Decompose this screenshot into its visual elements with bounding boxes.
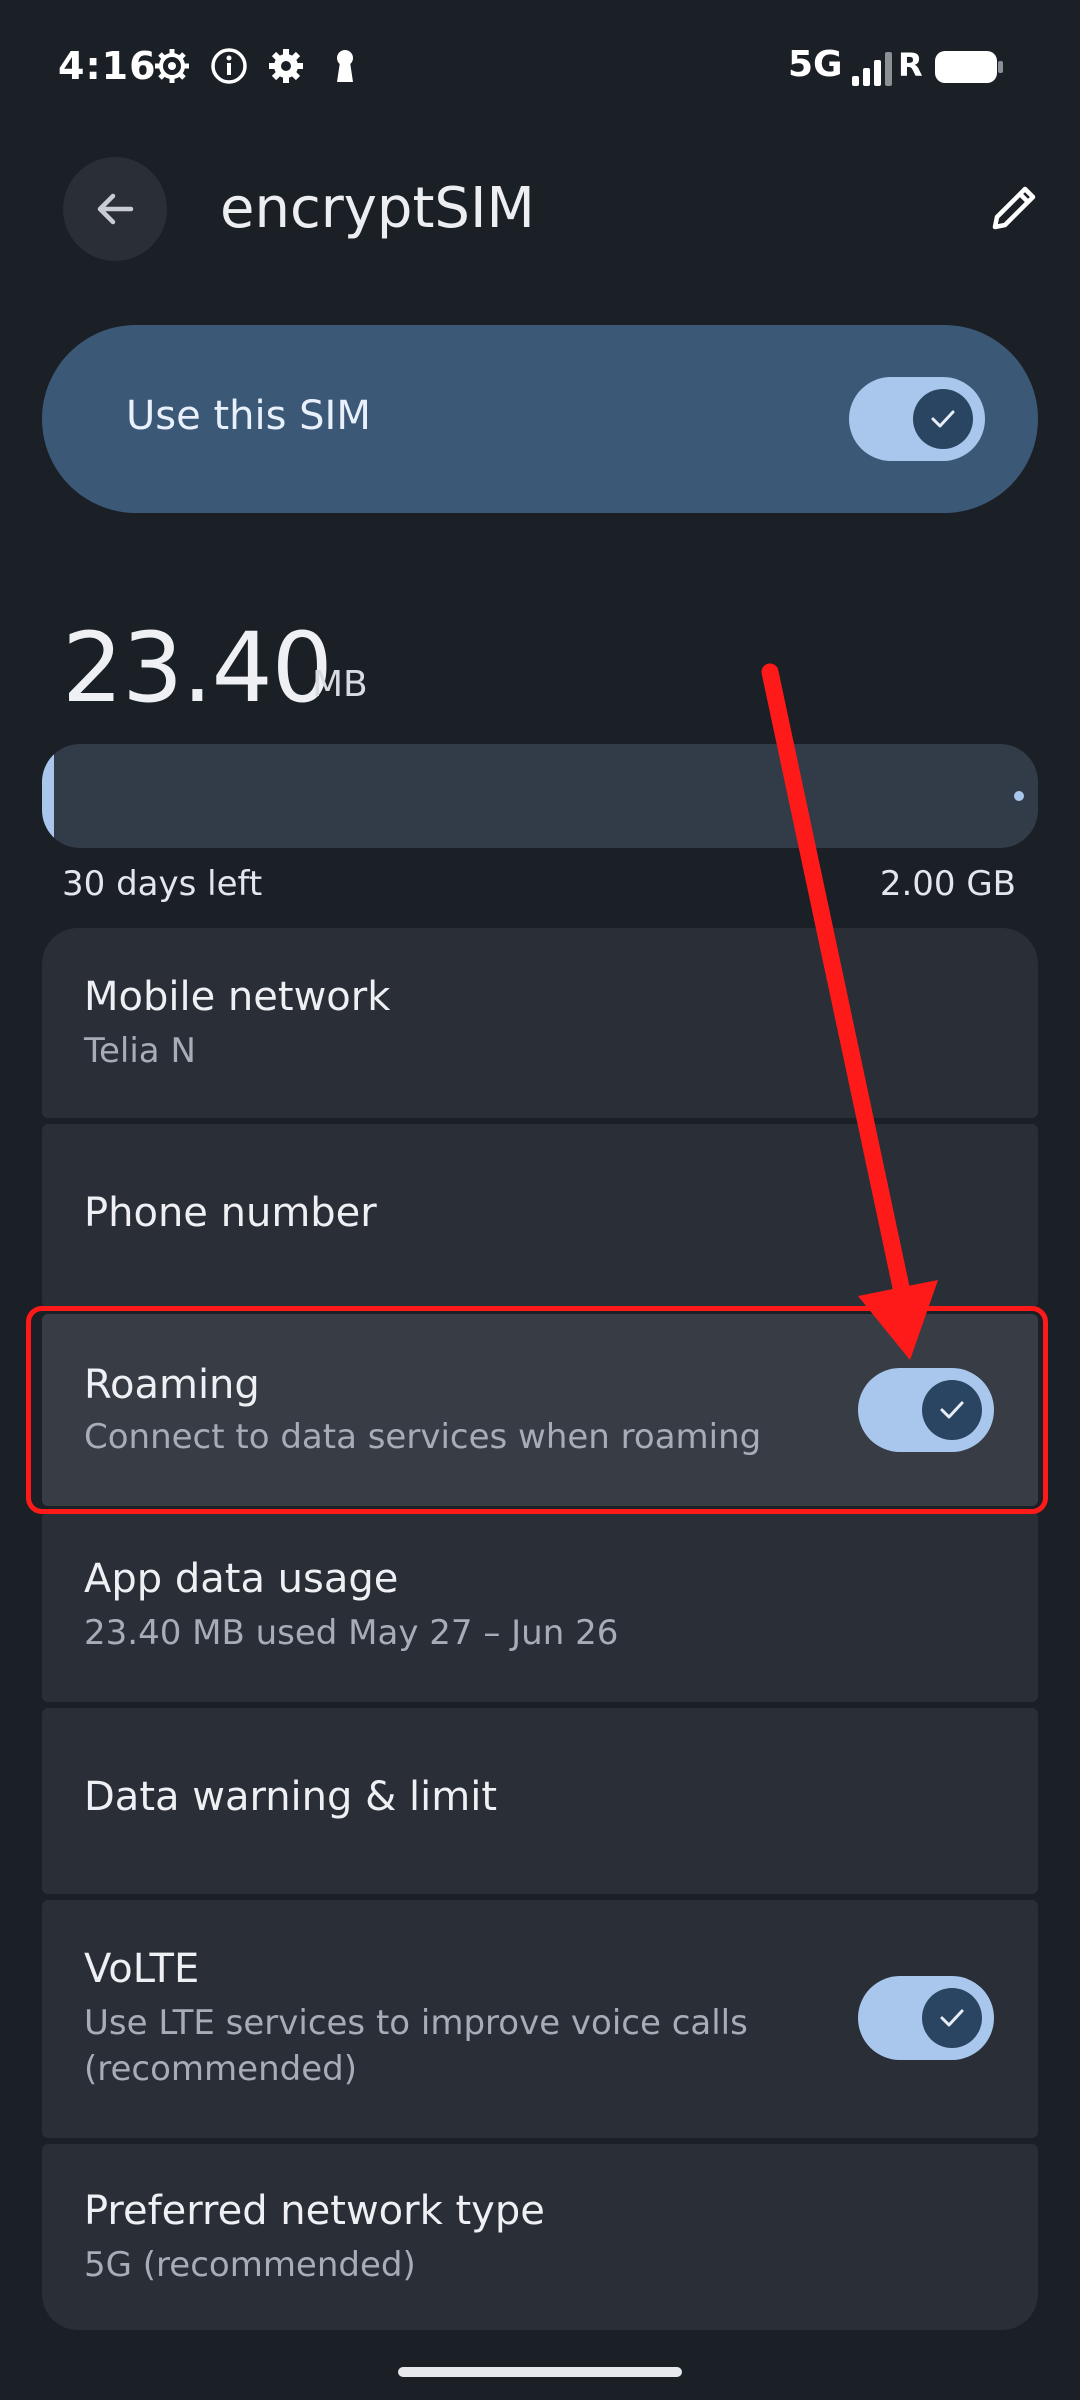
app-data-usage-title: App data usage <box>84 1556 399 1602</box>
use-this-sim-card[interactable]: Use this SIM <box>42 325 1038 513</box>
data-usage-bar <box>42 744 1038 848</box>
status-bar: 4:16 5G R <box>0 0 1080 130</box>
preferred-network-type-item[interactable]: Preferred network type 5G (recommended) <box>42 2144 1038 2330</box>
arrow-back-icon <box>97 193 134 225</box>
toggle-knob <box>922 1988 982 2048</box>
settings-gear-icon <box>155 49 189 83</box>
app-data-usage-subtitle: 23.40 MB used May 27 – Jun 26 <box>84 1613 619 1653</box>
data-usage-bar-end-dot <box>1014 791 1024 801</box>
roaming-indicator: R <box>898 46 923 84</box>
home-indicator <box>398 2367 682 2377</box>
mobile-network-subtitle: Telia N <box>84 1031 196 1071</box>
network-type-label: 5G <box>788 44 843 85</box>
page-title: encryptSIM <box>220 176 535 241</box>
volte-item[interactable]: VoLTE Use LTE services to improve voice … <box>42 1900 1038 2138</box>
back-button[interactable] <box>63 157 167 261</box>
volte-toggle[interactable] <box>858 1976 994 2060</box>
data-limit-label: 2.00 GB <box>879 864 1016 904</box>
status-time: 4:16 <box>58 44 157 88</box>
roaming-highlight-box <box>26 1306 1048 1514</box>
toggle-knob <box>913 389 973 449</box>
app-data-usage-item[interactable]: App data usage 23.40 MB used May 27 – Ju… <box>42 1512 1038 1702</box>
edit-button[interactable] <box>980 172 1050 242</box>
data-usage-amount: 23.40 <box>62 612 333 724</box>
phone-number-item[interactable]: Phone number <box>42 1124 1038 1308</box>
volte-subtitle-line-1: Use LTE services to improve voice calls <box>84 2003 748 2043</box>
mobile-network-title: Mobile network <box>84 974 391 1020</box>
data-warning-limit-item[interactable]: Data warning & limit <box>42 1708 1038 1894</box>
volte-subtitle-line-2: (recommended) <box>84 2049 357 2089</box>
use-this-sim-toggle[interactable] <box>849 377 985 461</box>
data-warning-limit-title: Data warning & limit <box>84 1774 498 1820</box>
phone-number-title: Phone number <box>84 1190 377 1236</box>
check-icon <box>940 2009 964 2027</box>
battery-full-icon <box>935 51 1003 83</box>
gear-icon <box>269 49 303 83</box>
pencil-icon <box>992 186 1036 230</box>
days-left-label: 30 days left <box>62 864 263 904</box>
preferred-network-type-subtitle: 5G (recommended) <box>84 2245 416 2285</box>
preferred-network-type-title: Preferred network type <box>84 2188 545 2234</box>
info-icon <box>211 48 247 84</box>
data-usage-bar-fill <box>42 744 54 848</box>
volte-title: VoLTE <box>84 1946 200 1992</box>
data-usage-unit: MB <box>312 664 368 705</box>
keyhole-icon <box>337 50 353 82</box>
use-this-sim-label: Use this SIM <box>126 393 371 439</box>
check-icon <box>931 410 955 428</box>
mobile-network-item[interactable]: Mobile network Telia N <box>42 928 1038 1118</box>
